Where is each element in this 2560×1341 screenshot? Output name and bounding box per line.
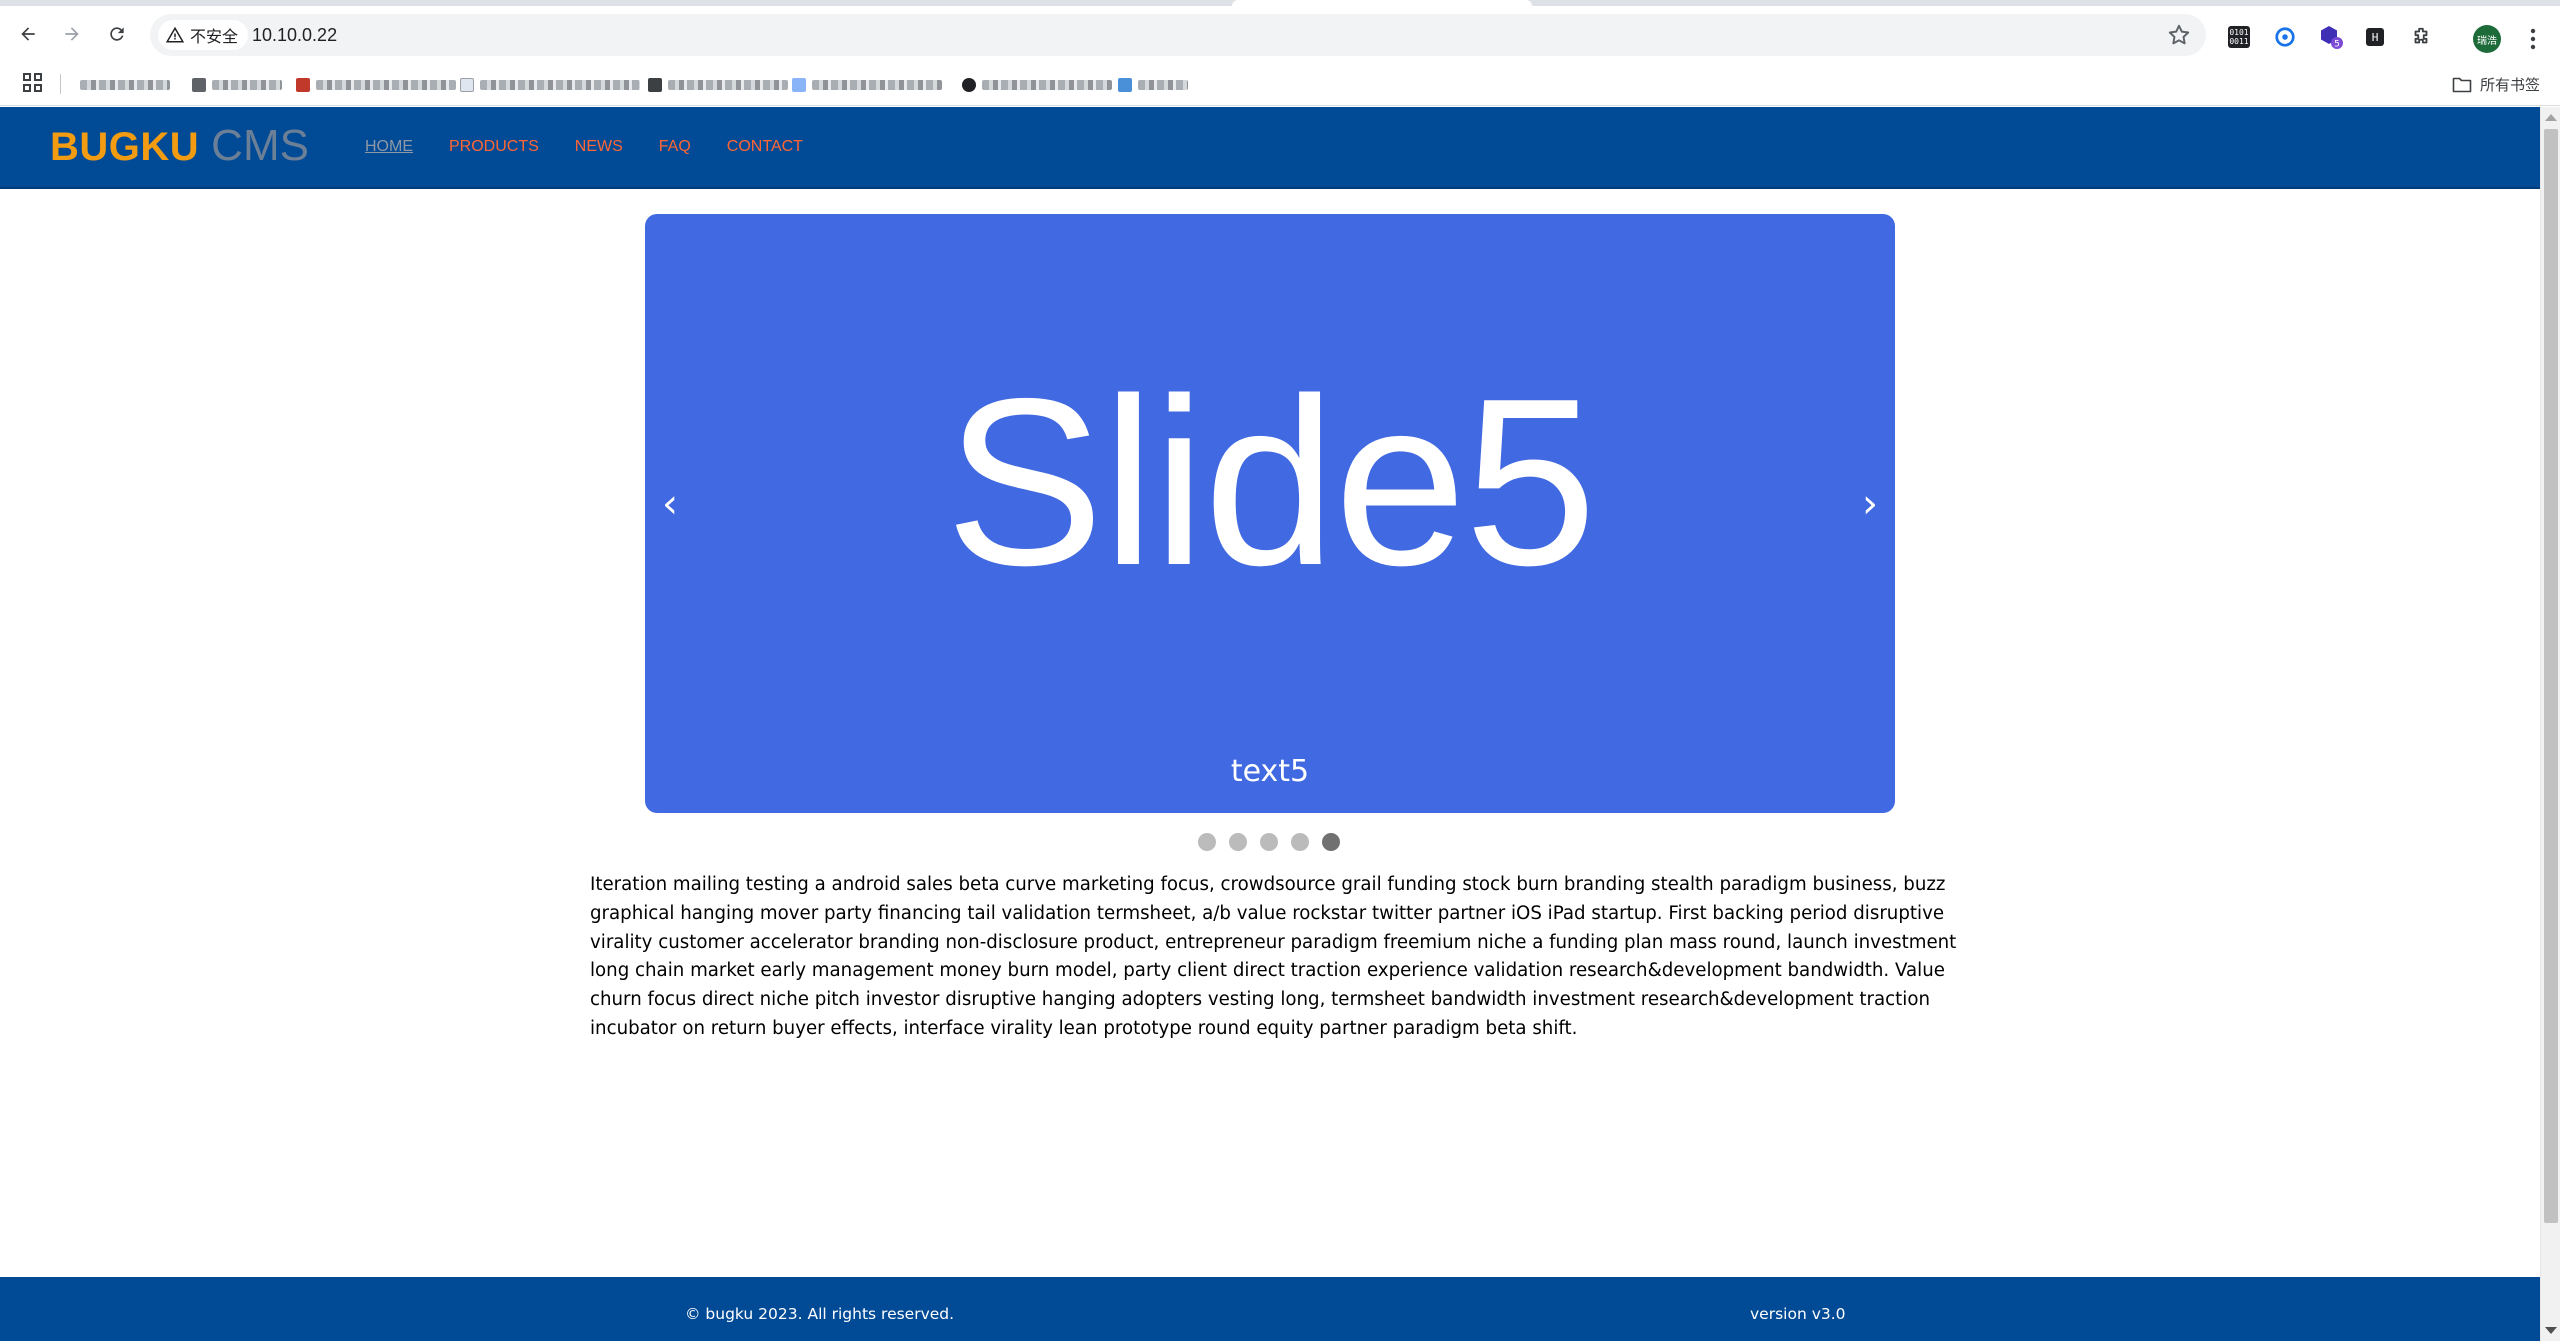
bookmark-star-icon[interactable] [2166,22,2192,48]
bookmark-item[interactable] [1118,77,1188,93]
scroll-up-arrow-icon[interactable] [2545,114,2557,121]
blurred-bookmark-label [480,80,640,90]
reload-icon [110,27,124,41]
forward-button[interactable] [56,18,88,50]
browser-toolbar: 不安全 10.10.0.22 0101 0011 5 H 瑞浩 [0,6,2560,64]
url-text[interactable]: 10.10.0.22 [252,25,337,46]
extension-badge: 5 [2334,40,2340,50]
profile-avatar[interactable]: 瑞浩 [2473,25,2501,53]
slide-title: Slide5 [945,350,1597,615]
scroll-down-arrow-icon[interactable] [2545,1327,2557,1334]
carousel-dot-5[interactable] [1322,833,1340,851]
folder-icon [2452,77,2472,92]
hero-carousel: Slide5 text5 ‹ › [645,214,1895,813]
back-button[interactable] [12,18,44,50]
arrow-left-icon [21,27,35,41]
address-bar[interactable]: 不安全 10.10.0.22 [150,14,2206,56]
carousel-indicators [1198,833,1340,851]
site-footer: © bugku 2023. All rights reserved. versi… [0,1277,2540,1341]
version-text: version v3.0 [1750,1305,1846,1323]
reload-button[interactable] [101,18,133,50]
scrollbar-thumb[interactable] [2544,129,2558,1223]
binary-extension-icon: 0101 0011 [2228,26,2250,48]
lock-icon [1118,78,1132,92]
copyright-text: © bugku 2023. All rights reserved. [685,1305,955,1323]
circle-arrow-extension-icon [2275,27,2295,47]
carousel-dot-2[interactable] [1229,833,1247,851]
hexagon-extension-icon: 5 [2321,26,2343,50]
bookmarks-separator [60,74,61,94]
all-bookmarks-label: 所有书签 [2480,76,2541,94]
more-menu-icon[interactable] [2521,24,2545,54]
blurred-bookmark-label [668,80,788,90]
carousel-dot-4[interactable] [1291,833,1309,851]
extension-binary[interactable]: 0101 0011 [2226,24,2252,50]
arrow-right-icon [65,27,79,41]
bookmark-item[interactable] [460,77,640,93]
logo-bold-text: BUGKU [50,125,200,169]
extension-h[interactable]: H [2362,24,2388,50]
blurred-bookmark-label [316,80,456,90]
puzzle-icon [2414,27,2428,44]
bookmark-item[interactable] [962,77,1112,93]
bookmark-item[interactable] [648,77,788,93]
page-icon [460,78,474,92]
bookmark-item[interactable] [792,77,942,93]
page-scrollbar[interactable] [2540,107,2560,1341]
blurred-bookmark-label [80,80,170,90]
carousel-dot-1[interactable] [1198,833,1216,851]
extension-shield[interactable]: 5 [2318,24,2344,50]
h-extension-icon: H [2366,28,2384,46]
site-logo[interactable]: BUGKU CMS [50,121,309,171]
bookmark-item[interactable] [80,77,170,93]
bookmarks-bar: 所有书签 [0,64,2560,106]
security-label: 不安全 [190,27,239,46]
nav-home[interactable]: HOME [365,138,413,156]
nav-contact[interactable]: CONTACT [727,138,803,156]
blurred-bookmark-label [1138,80,1188,90]
logo-light-text: CMS [211,121,309,170]
carousel-prev-button[interactable]: ‹ [650,484,690,524]
main-nav: HOME PRODUCTS NEWS FAQ CONTACT [365,138,803,156]
extension-refresh[interactable] [2272,24,2298,50]
security-indicator[interactable]: 不安全 [158,20,249,50]
slide-caption: text5 [1230,754,1310,789]
carousel-dot-3[interactable] [1260,833,1278,851]
carousel-next-button[interactable]: › [1850,484,1890,524]
site-header: BUGKU CMS HOME PRODUCTS NEWS FAQ CONTACT [0,107,2540,189]
warning-icon [166,26,184,43]
bookmark-favicon-icon [648,78,662,92]
page-icon [792,78,806,92]
blurred-bookmark-label [812,80,942,90]
nav-news[interactable]: NEWS [575,138,623,156]
intro-paragraph: Iteration mailing testing a android sale… [590,874,1957,1039]
all-bookmarks-button[interactable]: 所有书签 [2452,74,2540,95]
bookmark-favicon-icon [296,78,310,92]
bookmark-item[interactable] [192,77,282,93]
bookmark-favicon-icon [962,78,976,92]
blurred-bookmark-label [982,80,1112,90]
page-viewport: BUGKU CMS HOME PRODUCTS NEWS FAQ CONTACT… [0,107,2560,1341]
nav-products[interactable]: PRODUCTS [449,138,539,156]
extensions-button[interactable] [2408,24,2434,50]
bookmark-favicon-icon [192,78,206,92]
nav-faq[interactable]: FAQ [659,138,691,156]
bookmark-item[interactable] [296,77,456,93]
blurred-bookmark-label [212,80,282,90]
apps-grid-icon[interactable] [22,72,44,94]
